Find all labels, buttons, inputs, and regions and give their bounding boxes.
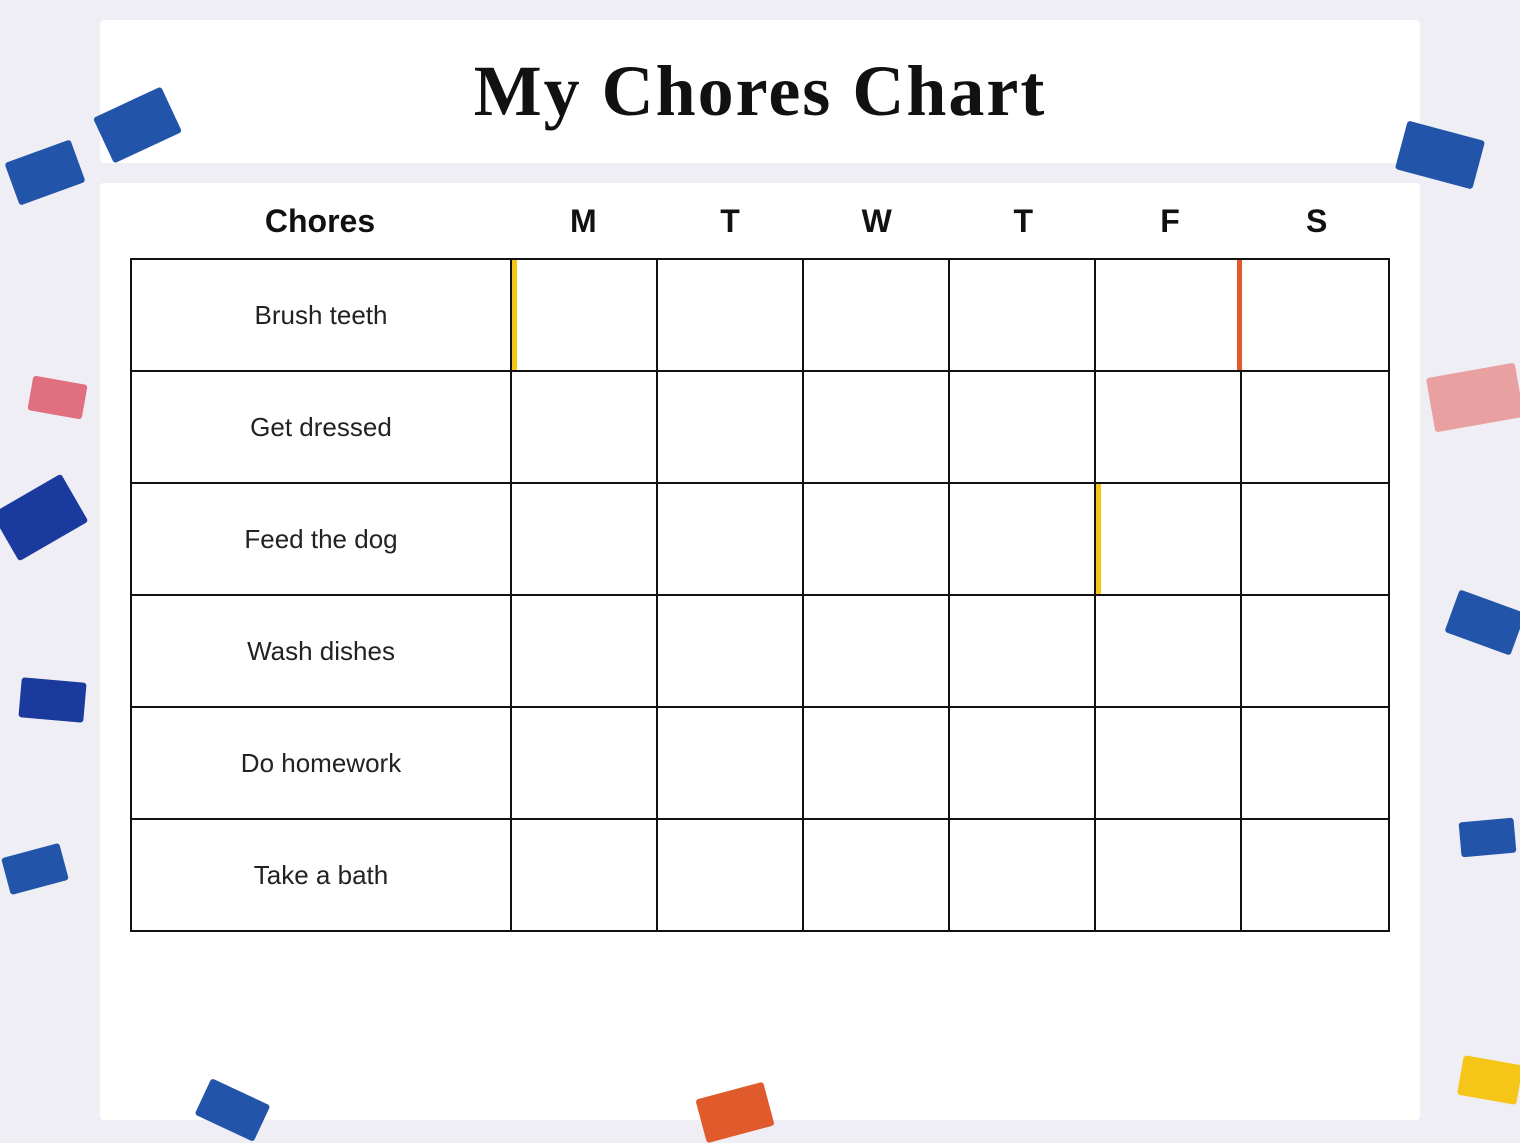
chart-grid: Brush teeth Get dressed Feed the d bbox=[130, 258, 1390, 932]
day-cell[interactable] bbox=[1096, 596, 1242, 706]
day-cell[interactable] bbox=[1096, 708, 1242, 818]
table-row: Brush teeth bbox=[130, 258, 1390, 370]
chores-column-header: Chores bbox=[130, 203, 510, 240]
chore-label: Brush teeth bbox=[132, 260, 512, 370]
day-cell[interactable] bbox=[950, 260, 1096, 370]
day-cell[interactable] bbox=[1096, 372, 1242, 482]
table-row: Feed the dog bbox=[130, 482, 1390, 594]
day-cell[interactable] bbox=[1242, 596, 1388, 706]
day-cell[interactable] bbox=[658, 708, 804, 818]
day-cell[interactable] bbox=[804, 372, 950, 482]
confetti-decoration bbox=[1444, 589, 1520, 655]
day-cell[interactable] bbox=[1242, 260, 1388, 370]
chore-label: Take a bath bbox=[132, 820, 512, 930]
title-bar: My Chores Chart bbox=[100, 20, 1420, 163]
day-cell[interactable] bbox=[512, 484, 658, 594]
confetti-decoration bbox=[1426, 363, 1520, 433]
day-cell[interactable] bbox=[512, 820, 658, 930]
day-header-W: W bbox=[803, 203, 950, 240]
chore-label: Feed the dog bbox=[132, 484, 512, 594]
table-row: Get dressed bbox=[130, 370, 1390, 482]
day-cell[interactable] bbox=[804, 596, 950, 706]
day-cell[interactable] bbox=[1096, 820, 1242, 930]
confetti-decoration bbox=[0, 474, 88, 562]
day-cell[interactable] bbox=[950, 372, 1096, 482]
day-cell[interactable] bbox=[512, 372, 658, 482]
day-cell[interactable] bbox=[804, 708, 950, 818]
day-cell[interactable] bbox=[1096, 484, 1242, 594]
confetti-decoration bbox=[1457, 1055, 1520, 1105]
table-row: Do homework bbox=[130, 706, 1390, 818]
confetti-decoration bbox=[18, 677, 86, 723]
day-header-S: S bbox=[1243, 203, 1390, 240]
day-cell[interactable] bbox=[950, 820, 1096, 930]
confetti-decoration bbox=[4, 139, 85, 205]
day-cell[interactable] bbox=[1242, 372, 1388, 482]
day-cell[interactable] bbox=[804, 820, 950, 930]
confetti-decoration bbox=[27, 375, 87, 419]
chore-label: Do homework bbox=[132, 708, 512, 818]
day-header-T: T bbox=[657, 203, 804, 240]
main-container: My Chores Chart Chores M T W T F S Brush… bbox=[100, 20, 1420, 1120]
chore-label: Get dressed bbox=[132, 372, 512, 482]
day-cell[interactable] bbox=[658, 260, 804, 370]
day-cell[interactable] bbox=[658, 820, 804, 930]
day-cell[interactable] bbox=[1242, 820, 1388, 930]
day-cell[interactable] bbox=[512, 260, 658, 370]
day-cell[interactable] bbox=[950, 596, 1096, 706]
day-cell[interactable] bbox=[950, 484, 1096, 594]
day-cell[interactable] bbox=[950, 708, 1096, 818]
chart-header: Chores M T W T F S bbox=[130, 203, 1390, 250]
confetti-decoration bbox=[1, 843, 69, 895]
day-header-T2: T bbox=[950, 203, 1097, 240]
day-header-F: F bbox=[1097, 203, 1244, 240]
chore-label: Wash dishes bbox=[132, 596, 512, 706]
day-cell[interactable] bbox=[804, 484, 950, 594]
day-cell[interactable] bbox=[1242, 484, 1388, 594]
day-cell[interactable] bbox=[1096, 260, 1242, 370]
day-cell[interactable] bbox=[512, 708, 658, 818]
day-cell[interactable] bbox=[658, 372, 804, 482]
day-cell[interactable] bbox=[658, 596, 804, 706]
confetti-decoration bbox=[1459, 818, 1517, 858]
page-title: My Chores Chart bbox=[120, 50, 1400, 133]
table-row: Wash dishes bbox=[130, 594, 1390, 706]
chart-area: Chores M T W T F S Brush teeth Get dress… bbox=[100, 183, 1420, 1120]
table-row: Take a bath bbox=[130, 818, 1390, 932]
day-cell[interactable] bbox=[1242, 708, 1388, 818]
day-header-M: M bbox=[510, 203, 657, 240]
day-cell[interactable] bbox=[804, 260, 950, 370]
day-cell[interactable] bbox=[512, 596, 658, 706]
day-cell[interactable] bbox=[658, 484, 804, 594]
